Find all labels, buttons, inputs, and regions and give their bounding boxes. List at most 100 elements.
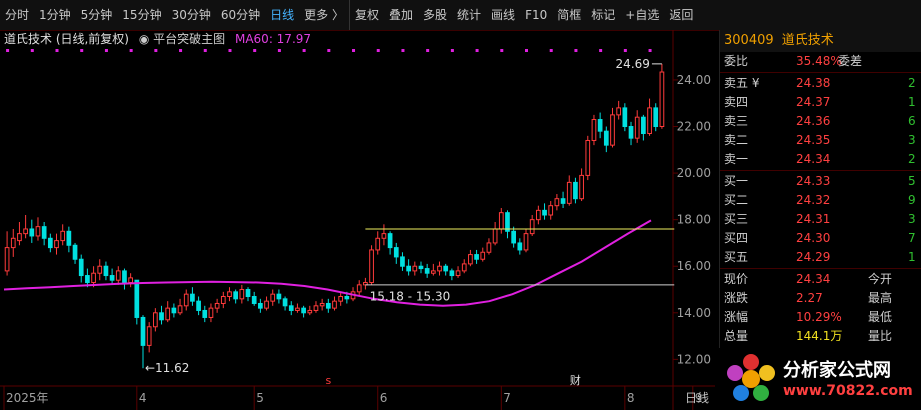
toolbar-item-5[interactable]: 60分钟: [216, 0, 265, 30]
candle-body-105: [653, 107, 659, 128]
candle-body-71: [443, 265, 449, 272]
bid-label: 买三: [724, 212, 749, 226]
marker-cai: 财: [570, 373, 581, 387]
candle-body-47: [295, 307, 300, 311]
candle-body-66: [412, 265, 418, 272]
toolbar-item-16[interactable]: +自选: [620, 0, 664, 30]
top-marker-72: [450, 49, 454, 52]
toolbar-item-11[interactable]: 统计: [452, 0, 486, 30]
toolbar-item-1[interactable]: 1分钟: [34, 0, 76, 30]
candle-body-30: [190, 293, 195, 302]
candle-body-51: [319, 302, 325, 307]
marker-s: s: [325, 374, 331, 387]
candle-26: [165, 301, 171, 323]
candle-body-45: [282, 298, 288, 307]
top-marker-92: [574, 49, 578, 52]
candle-body-62: [387, 233, 393, 249]
candle-59: [369, 245, 374, 285]
top-marker-32: [203, 49, 207, 52]
toolbar-item-3[interactable]: 15分钟: [117, 0, 166, 30]
toolbar-item-4[interactable]: 30分钟: [167, 0, 216, 30]
candle-body-86: [536, 209, 541, 221]
candle-76: [474, 249, 479, 264]
toolbar-item-2[interactable]: 5分钟: [76, 0, 118, 30]
ask-label: 卖三: [724, 114, 749, 128]
candle-body-98: [610, 114, 615, 146]
toolbar-item-8[interactable]: 复权: [348, 0, 384, 30]
candle-4: [29, 219, 35, 243]
toolbar-item-9[interactable]: 叠加: [384, 0, 418, 30]
candle-81: [505, 210, 510, 239]
candle-19: [122, 268, 127, 290]
toolbar-item-15[interactable]: 标记: [586, 0, 620, 30]
candle-47: [295, 303, 300, 313]
candle-body-15: [97, 265, 103, 274]
toolbar-item-14[interactable]: 简框: [552, 0, 586, 30]
candle-body-77: [480, 251, 486, 260]
toolbar-item-0[interactable]: 分时: [0, 0, 34, 30]
candle-44: [276, 289, 282, 304]
logo-flower-icon: [727, 354, 775, 401]
bid-volume: 5: [908, 174, 916, 188]
period-label: 日线: [685, 391, 709, 405]
ask-label: 卖二: [724, 133, 749, 147]
candle-57: [356, 280, 362, 297]
candle-body-36: [227, 291, 232, 298]
indicator-name[interactable]: 平台突破主图: [153, 32, 225, 46]
y-tick-label-3: 18.00: [677, 213, 711, 227]
toolbar-item-13[interactable]: F10: [520, 0, 552, 30]
candle-body-7: [47, 237, 53, 249]
ask-volume: 6: [908, 114, 916, 128]
candle-51: [319, 298, 325, 311]
toolbar-item-6[interactable]: 日线: [265, 0, 299, 30]
top-marker-76: [475, 49, 479, 52]
candle-70: [437, 261, 442, 276]
candle-body-14: [91, 272, 96, 284]
candle-body-72: [449, 270, 455, 277]
candle-30: [190, 287, 195, 306]
candle-92: [573, 177, 578, 204]
candle-29: [183, 289, 189, 311]
toolbar-item-12[interactable]: 画线: [486, 0, 520, 30]
candle-body-73: [455, 270, 461, 277]
candle-body-9: [60, 230, 66, 242]
candle-body-83: [517, 242, 523, 251]
bid-price: 24.29: [796, 250, 831, 264]
candle-body-31: [196, 300, 201, 311]
toolbar-item-17[interactable]: 返回: [664, 0, 698, 30]
bid-row: 买二 24.32 9: [720, 191, 921, 210]
candle-body-11: [72, 244, 78, 260]
stock-name: 道氏技术: [781, 33, 834, 48]
candle-body-22: [140, 316, 146, 346]
kline-chart[interactable]: 24.00 22.00 20.00 18.00 16.00 14.00 12.00 24.69…: [0, 30, 715, 410]
candle-body-57: [356, 284, 362, 293]
stat-value: 10.29%: [796, 310, 842, 324]
candle-body-0: [4, 247, 10, 272]
toolbar-item-7[interactable]: 更多 〉: [299, 0, 349, 30]
candle-12: [78, 254, 84, 283]
candle-body-55: [344, 296, 350, 300]
candle-101: [628, 121, 634, 146]
candle-body-41: [258, 302, 263, 309]
top-marker-24: [154, 49, 158, 52]
bid-volume: 7: [908, 231, 916, 245]
candle-87: [542, 203, 547, 220]
weibi-label: 委比: [724, 54, 749, 68]
candle-95: [591, 114, 597, 146]
candle-32: [202, 305, 208, 323]
candle-35: [220, 291, 226, 309]
candle-body-82: [511, 230, 517, 244]
stat-right-label: 今开: [868, 272, 893, 286]
toolbar-item-10[interactable]: 多股: [418, 0, 452, 30]
candle-78: [486, 238, 492, 255]
indicator-icon[interactable]: ◉: [139, 32, 149, 46]
candle-24: [152, 308, 158, 332]
candle-75: [468, 249, 473, 267]
candle-body-16: [103, 265, 109, 277]
ask-row: 卖四 24.37 1: [720, 93, 921, 112]
stat-label: 现价: [724, 272, 749, 286]
bid-price: 24.32: [796, 193, 831, 207]
candle-body-96: [597, 119, 603, 132]
candle-40: [251, 291, 257, 306]
candle-body-26: [165, 307, 171, 321]
